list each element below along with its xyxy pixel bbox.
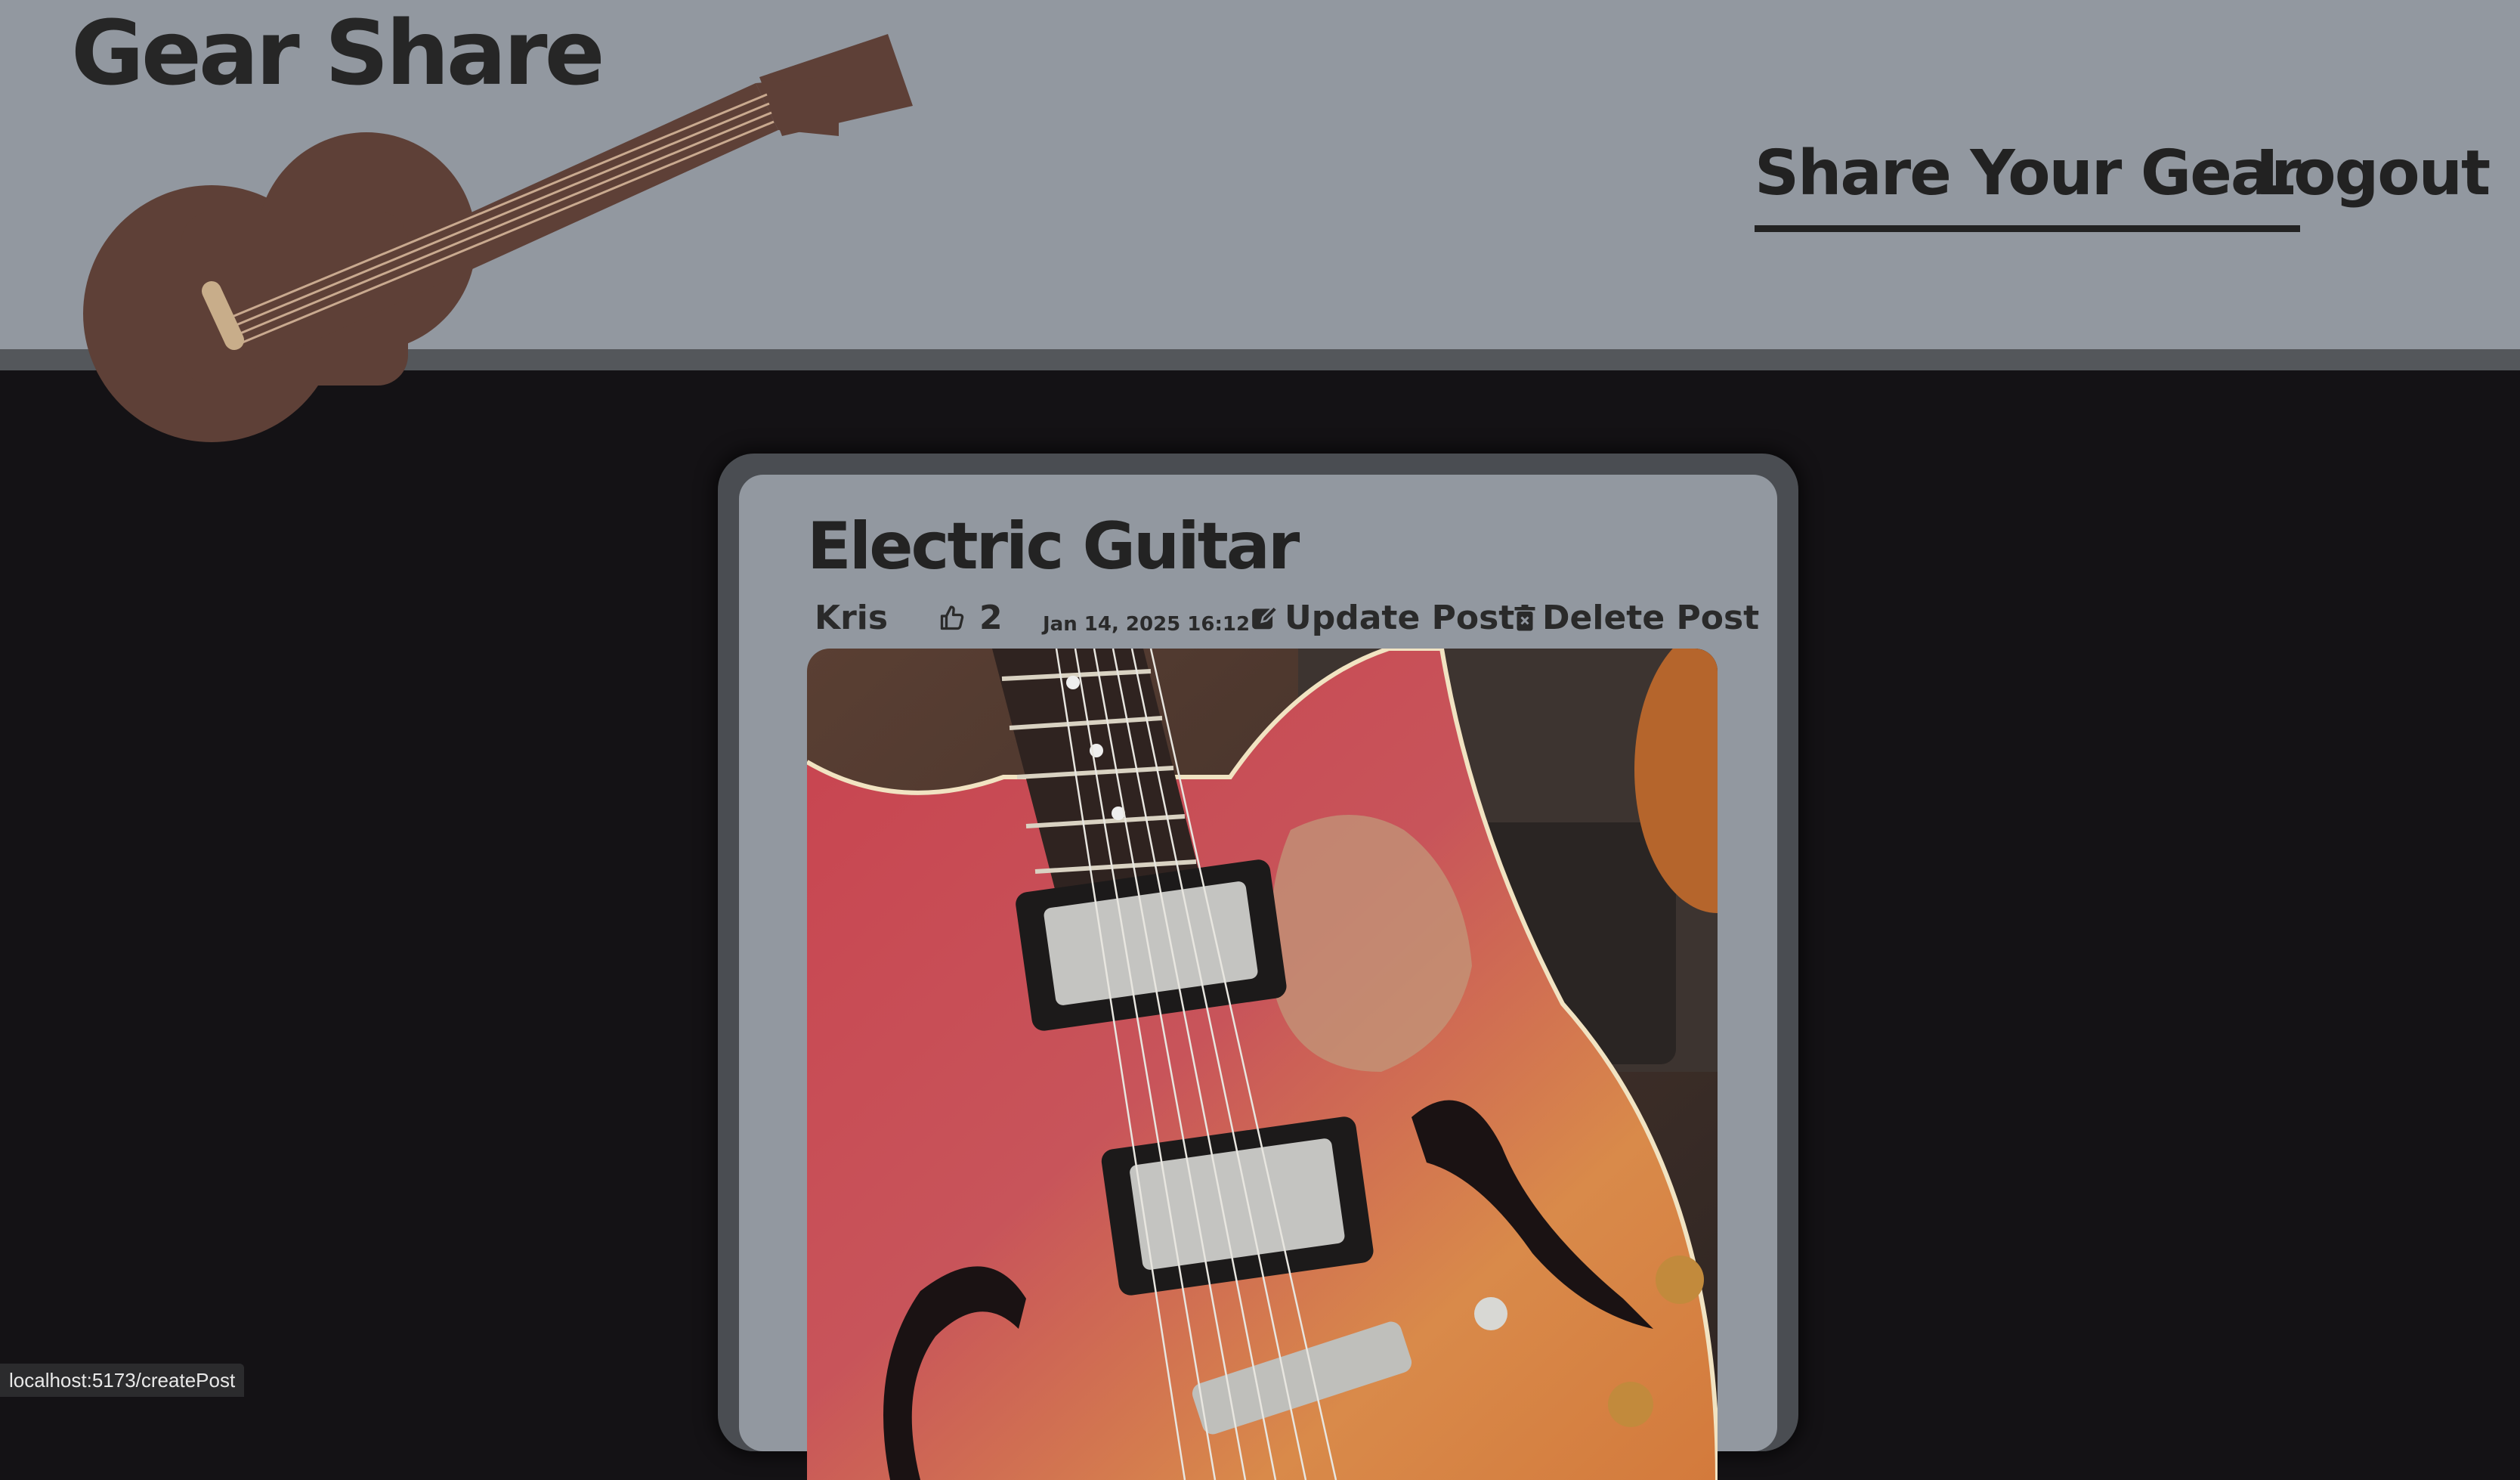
post-date: Jan 14, 2025 16:12	[1043, 598, 1250, 651]
like-button[interactable]: 2	[938, 592, 1003, 645]
delete-post-label: Delete Post	[1542, 592, 1759, 645]
trash-icon	[1514, 604, 1536, 633]
guitar-icon	[76, 23, 937, 484]
post-image	[807, 649, 1718, 1480]
thumbs-up-icon[interactable]	[938, 605, 966, 632]
delete-post-button[interactable]: Delete Post	[1514, 592, 1759, 645]
post-meta: Kris 2 Jan 14, 2025 16:12	[815, 592, 1744, 645]
post-author[interactable]: Kris	[815, 592, 888, 645]
update-post-label: Update Post	[1285, 592, 1514, 645]
nav-logout[interactable]: Logout	[2256, 128, 2489, 219]
edit-icon	[1250, 604, 1279, 633]
post-card-inner: Electric Guitar Kris 2 Jan 14, 2025 16:1…	[739, 475, 1777, 1451]
post-title: Electric Guitar	[807, 505, 1297, 588]
like-count: 2	[979, 592, 1003, 645]
post-card: Electric Guitar Kris 2 Jan 14, 2025 16:1…	[718, 454, 1798, 1451]
status-bar-url: localhost:5173/createPost	[0, 1364, 244, 1397]
update-post-button[interactable]: Update Post	[1250, 592, 1514, 645]
nav-share-your-gear[interactable]: Share Your Gear	[1755, 128, 2300, 232]
